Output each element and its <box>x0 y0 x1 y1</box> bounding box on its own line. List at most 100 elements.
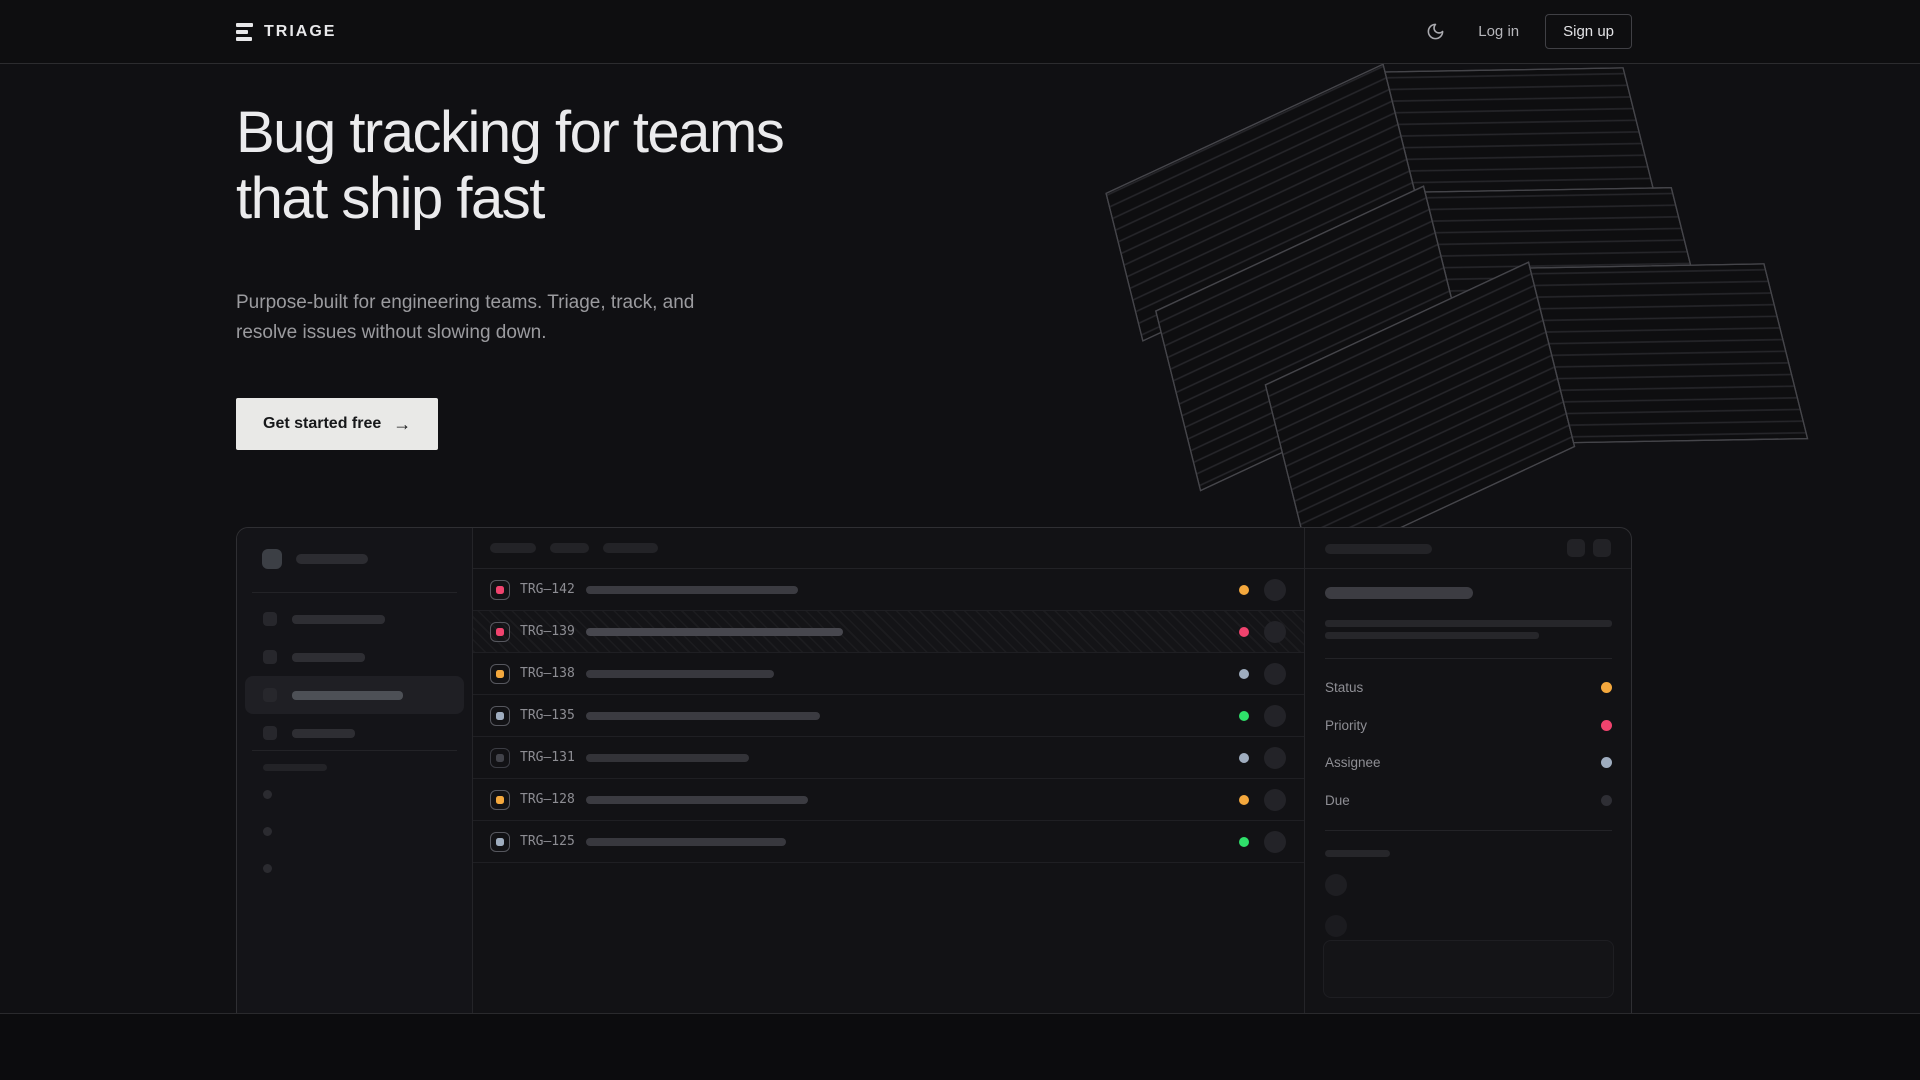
detail-section-skeleton <box>1325 850 1390 857</box>
status-icon <box>490 748 510 768</box>
issue-list-header <box>473 528 1304 569</box>
issue-title-skeleton <box>586 796 808 804</box>
issue-row: TRG–139 <box>473 611 1304 653</box>
comment-box <box>1323 940 1614 998</box>
status-icon <box>490 622 510 642</box>
detail-text-skeleton <box>1325 632 1539 639</box>
issue-list: TRG–142 TRG–139 <box>473 528 1305 1013</box>
issue-id: TRG–138 <box>520 666 575 681</box>
detail-field: Priority <box>1325 718 1612 732</box>
priority-dot <box>1239 795 1249 805</box>
get-started-button[interactable]: Get started free → <box>236 398 438 450</box>
sidebar-dot <box>263 827 272 836</box>
field-value-dot <box>1601 757 1612 768</box>
field-value-dot <box>1601 795 1612 806</box>
list-header-skeleton <box>550 543 589 553</box>
login-link[interactable]: Log in <box>1478 23 1519 40</box>
issue-row: TRG–138 <box>473 653 1304 695</box>
issue-row: TRG–128 <box>473 779 1304 821</box>
sidebar-item-icon <box>263 612 277 626</box>
assignee-avatar <box>1264 789 1286 811</box>
sidebar-section-skeleton <box>263 764 327 771</box>
sidebar-dot <box>263 864 272 873</box>
priority-dot <box>1239 627 1249 637</box>
detail-action-button <box>1567 539 1585 557</box>
list-header-skeleton <box>490 543 536 553</box>
issue-title-skeleton <box>586 670 774 678</box>
sidebar-item-skeleton <box>292 729 355 738</box>
issue-title-skeleton <box>586 628 843 636</box>
sidebar-nav-item <box>245 638 464 676</box>
detail-field: Due <box>1325 793 1612 807</box>
detail-panel: Status Priority Assignee Due <box>1305 528 1631 1013</box>
issue-id: TRG–135 <box>520 708 575 723</box>
status-icon <box>490 832 510 852</box>
field-label: Status <box>1325 680 1363 695</box>
hero-subtitle: Purpose-built for engineering teams. Tri… <box>236 288 694 349</box>
sidebar-divider <box>252 592 457 593</box>
hero-title: Bug tracking for teams that ship fast <box>236 100 783 231</box>
arrow-right-icon: → <box>393 414 411 435</box>
top-nav: TRIAGE Log in Sign up <box>0 0 1920 64</box>
nav-actions: Log in Sign up <box>1418 14 1632 49</box>
wireframe-graphic <box>930 0 1920 570</box>
assignee-avatar <box>1264 579 1286 601</box>
brand-logo[interactable]: TRIAGE <box>236 23 336 41</box>
assignee-avatar <box>1264 747 1286 769</box>
list-header-skeleton <box>603 543 658 553</box>
sidebar-nav-item <box>245 600 464 638</box>
status-icon <box>490 706 510 726</box>
comment-avatar <box>1325 874 1347 896</box>
field-label: Assignee <box>1325 755 1381 770</box>
priority-dot <box>1239 753 1249 763</box>
issue-id: TRG–125 <box>520 834 575 849</box>
issue-row: TRG–125 <box>473 821 1304 863</box>
triage-bars-icon <box>236 23 253 41</box>
assignee-avatar <box>1264 621 1286 643</box>
field-label: Due <box>1325 793 1350 808</box>
detail-text-skeleton <box>1325 620 1612 627</box>
theme-toggle[interactable] <box>1418 15 1452 49</box>
moon-icon <box>1426 22 1445 41</box>
status-icon <box>490 790 510 810</box>
assignee-avatar <box>1264 831 1286 853</box>
field-value-dot <box>1601 720 1612 731</box>
sidebar-nav-item <box>245 676 464 714</box>
sidebar-item-icon <box>263 650 277 664</box>
field-label: Priority <box>1325 718 1367 733</box>
sidebar-item-skeleton <box>292 615 385 624</box>
app-mockup-panel: TRG–142 TRG–139 <box>236 527 1632 1013</box>
issue-title-skeleton <box>586 838 786 846</box>
issue-id: TRG–139 <box>520 624 575 639</box>
issue-id: TRG–142 <box>520 582 575 597</box>
get-started-label: Get started free <box>263 415 381 433</box>
issue-row: TRG–135 <box>473 695 1304 737</box>
issue-row: TRG–142 <box>473 569 1304 611</box>
sidebar-dot <box>263 790 272 799</box>
sidebar-item-icon <box>263 726 277 740</box>
comment-avatar <box>1325 915 1347 937</box>
detail-field: Status <box>1325 680 1612 694</box>
mockup-sidebar <box>237 528 473 1013</box>
workspace-name-skeleton <box>296 554 368 564</box>
sidebar-divider <box>252 750 457 751</box>
detail-action-button <box>1593 539 1611 557</box>
priority-dot <box>1239 585 1249 595</box>
detail-divider <box>1325 830 1612 831</box>
priority-dot <box>1239 837 1249 847</box>
issue-title-skeleton <box>586 754 749 762</box>
detail-title-skeleton <box>1325 587 1473 599</box>
sidebar-nav <box>245 600 464 752</box>
issue-row: TRG–131 <box>473 737 1304 779</box>
detail-header-skeleton <box>1325 544 1432 554</box>
sidebar-item-icon <box>263 688 277 702</box>
workspace-icon <box>262 549 282 569</box>
field-value-dot <box>1601 682 1612 693</box>
issue-title-skeleton <box>586 586 798 594</box>
sidebar-item-skeleton <box>292 691 403 700</box>
detail-field: Assignee <box>1325 755 1612 769</box>
workspace-row <box>262 549 368 569</box>
signup-button[interactable]: Sign up <box>1545 14 1632 49</box>
priority-dot <box>1239 669 1249 679</box>
issue-id: TRG–128 <box>520 792 575 807</box>
